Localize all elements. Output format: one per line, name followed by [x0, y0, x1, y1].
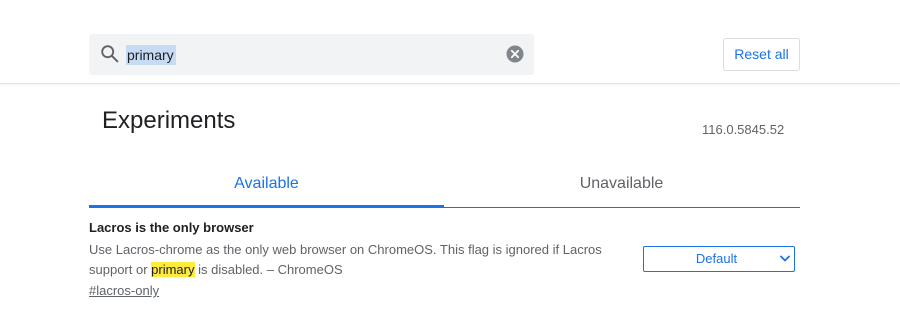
page-title: Experiments [102, 107, 236, 134]
select-value: Default [695, 251, 738, 266]
search-match-highlight: primary [151, 262, 195, 277]
flag-state-select[interactable]: Default [643, 246, 795, 272]
flag-description-text-end: is disabled. – ChromeOS [194, 262, 343, 277]
chevron-down-icon [780, 255, 790, 262]
search-box[interactable]: primary [89, 34, 534, 75]
header-bar: primary Reset all [0, 0, 900, 84]
reset-all-button[interactable]: Reset all [723, 38, 800, 71]
clear-icon[interactable] [506, 45, 524, 63]
tab-unavailable[interactable]: Unavailable [444, 166, 799, 206]
flag-permalink[interactable]: #lacros-only [89, 282, 159, 300]
tab-bar: Available Unavailable [89, 166, 800, 208]
version-label: 116.0.5845.52 [702, 122, 785, 137]
flag-description: Use Lacros-chrome as the only web browse… [89, 240, 619, 280]
flag-title: Lacros is the only browser [89, 220, 254, 235]
search-input[interactable]: primary [126, 45, 176, 65]
tab-available[interactable]: Available [89, 166, 444, 206]
search-icon [101, 45, 119, 63]
tab-indicator [89, 205, 444, 208]
